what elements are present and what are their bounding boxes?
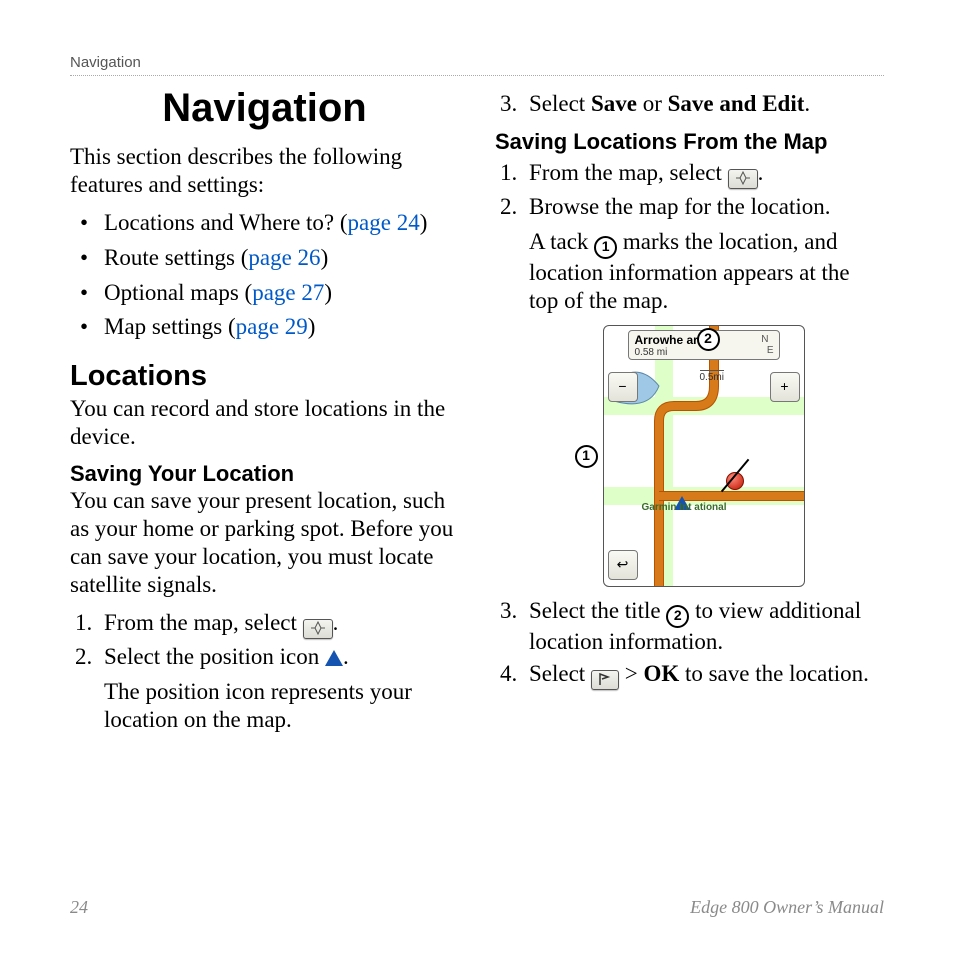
saving-your-location-steps: From the map, select . Select the positi… <box>70 609 459 734</box>
step-from-map-select: From the map, select . <box>98 609 459 639</box>
running-header: Navigation <box>70 54 884 76</box>
callout-2-inline: 2 <box>666 605 689 628</box>
map-cursor-icon <box>728 169 758 189</box>
compass-icon: N E <box>761 334 773 356</box>
callout-2: 2 <box>697 328 720 351</box>
map-figure: 1 2 Arrowhe ark 0.58 mi N E <box>575 325 805 587</box>
locations-body: You can record and store locations in th… <box>70 395 459 451</box>
location-pin-icon <box>726 472 744 490</box>
page-footer: 24 Edge 800 Owner’s Manual <box>70 897 884 918</box>
right-column: Select Save or Save and Edit. Saving Loc… <box>495 86 884 738</box>
saving-your-location-heading: Saving Your Location <box>70 461 459 487</box>
step-select-save: Select Save or Save and Edit. <box>523 90 884 119</box>
bullet-map-settings: Map settings (page 29) <box>70 313 459 342</box>
section-title: Navigation <box>70 86 459 131</box>
tack-note: A tack 1 marks the location, and locatio… <box>529 228 884 315</box>
step-select-position-icon: Select the position icon . The position … <box>98 643 459 734</box>
step-browse-map: Browse the map for the location. A tack … <box>523 193 884 315</box>
step-select-title: Select the title 2 to view additional lo… <box>523 597 884 657</box>
zoom-in-button[interactable]: + <box>770 372 800 402</box>
link-page-24[interactable]: page 24 <box>348 210 420 235</box>
step-map-select-cursor: From the map, select . <box>523 159 884 189</box>
link-page-29[interactable]: page 29 <box>236 314 308 339</box>
save-and-edit-label: Save and Edit <box>668 91 805 116</box>
save-label: Save <box>591 91 637 116</box>
callout-1-inline: 1 <box>594 236 617 259</box>
continued-steps: Select Save or Save and Edit. <box>495 90 884 119</box>
saving-from-map-steps: From the map, select . Browse the map fo… <box>495 159 884 315</box>
saving-your-location-body: You can save your present location, such… <box>70 487 459 599</box>
poi-label: Garmin Int ational <box>642 502 727 513</box>
left-column: Navigation This section describes the fo… <box>70 86 459 738</box>
map-screenshot: Arrowhe ark 0.58 mi N E 0.5mi − + ↩ Garm… <box>603 325 805 587</box>
save-flag-icon <box>591 670 619 690</box>
bullet-optional-maps: Optional maps (page 27) <box>70 279 459 308</box>
callout-1: 1 <box>575 445 598 468</box>
link-page-26[interactable]: page 26 <box>248 245 320 270</box>
saving-from-map-steps-continued: Select the title 2 to view additional lo… <box>495 597 884 691</box>
position-triangle-icon <box>325 650 343 666</box>
bullet-locations: Locations and Where to? (page 24) <box>70 209 459 238</box>
intro-paragraph: This section describes the following fea… <box>70 143 459 199</box>
zoom-out-button[interactable]: − <box>608 372 638 402</box>
saving-from-map-heading: Saving Locations From the Map <box>495 129 884 155</box>
document-title: Edge 800 Owner’s Manual <box>690 897 884 918</box>
map-scale: 0.5mi <box>700 370 724 383</box>
link-page-27[interactable]: page 27 <box>252 280 324 305</box>
ok-label: OK <box>643 661 679 686</box>
bullet-route-settings: Route settings (page 26) <box>70 244 459 273</box>
feature-bullet-list: Locations and Where to? (page 24) Route … <box>70 209 459 342</box>
map-cursor-icon <box>303 619 333 639</box>
back-button[interactable]: ↩ <box>608 550 638 580</box>
step-select-ok: Select > OK to save the location. <box>523 660 884 690</box>
position-icon-note: The position icon represents your locati… <box>104 678 459 734</box>
page-number: 24 <box>70 897 88 918</box>
locations-heading: Locations <box>70 360 459 393</box>
two-column-layout: Navigation This section describes the fo… <box>70 86 884 738</box>
